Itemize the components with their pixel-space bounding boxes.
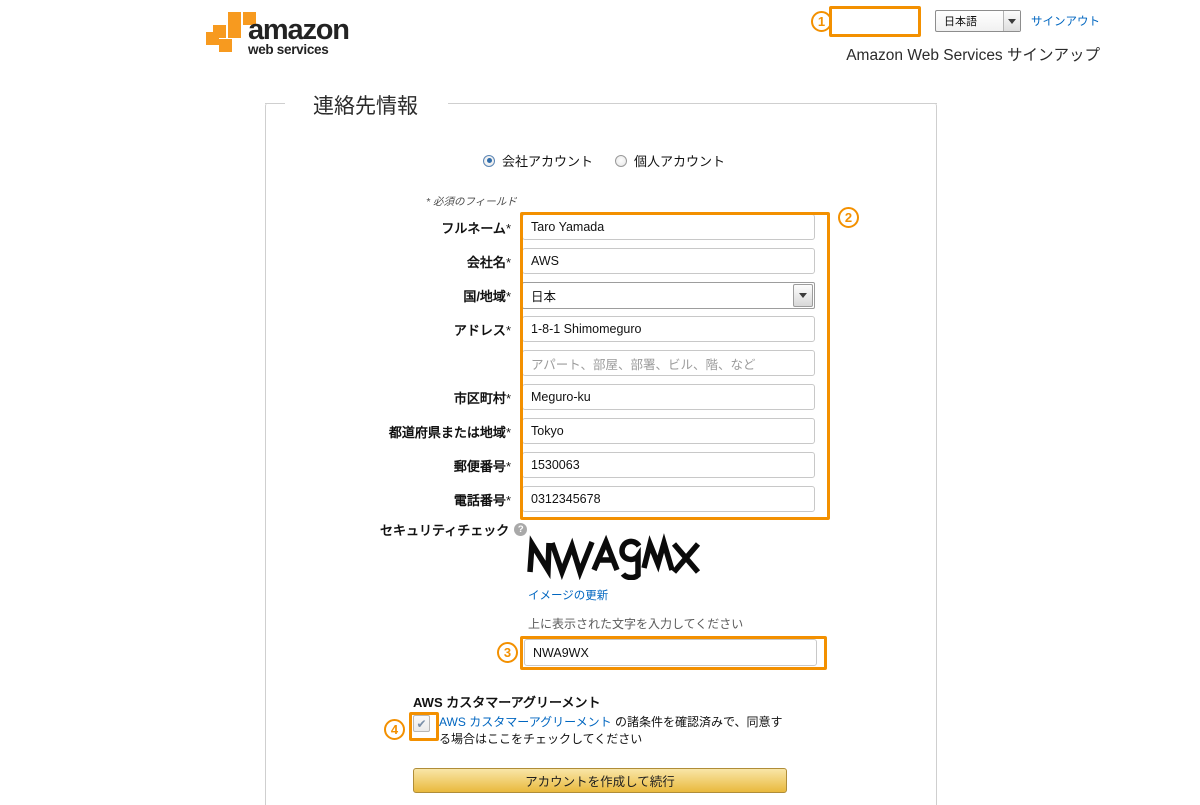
contact-form: フルネーム* Taro Yamada 会社名* AWS 国/地域* 日本 アドレ…	[300, 214, 860, 521]
input-captcha[interactable]: NWA9WX	[524, 639, 817, 666]
chevron-down-icon[interactable]	[793, 283, 813, 307]
label-address: アドレス*	[453, 322, 511, 338]
fieldset-top-border-right	[448, 103, 937, 104]
field-row-city: 市区町村* Meguro-ku	[300, 384, 860, 410]
label-postalcode: 郵便番号*	[453, 458, 511, 474]
chevron-down-icon[interactable]	[1003, 11, 1020, 31]
label-state: 都道府県または地域*	[388, 424, 511, 440]
radio-personal-account-control[interactable]	[615, 154, 628, 167]
security-check-label-text: セキュリティチェック	[380, 523, 510, 538]
label-company: 会社名*	[466, 254, 511, 270]
agreement-text: AWS カスタマーアグリーメント の諸条件を確認済みで、同意する場合はここをチェ…	[439, 714, 793, 747]
input-fullname[interactable]: Taro Yamada	[522, 214, 815, 240]
language-selected-value: 日本語	[944, 16, 977, 28]
page-header: amazon web services 日本語 サインアウト Amazon We…	[0, 0, 1200, 70]
field-row-phone: 電話番号* 0312345678	[300, 486, 860, 512]
input-address2[interactable]: アパート、部屋、部署、ビル、階、など	[522, 350, 815, 376]
captcha-hint-text: 上に表示された文字を入力してください	[528, 617, 744, 631]
annotation-number-4: 4	[384, 719, 405, 740]
captcha-image	[527, 533, 701, 580]
radio-personal-account[interactable]: 個人アカウント	[615, 151, 725, 170]
field-row-fullname: フルネーム* Taro Yamada	[300, 214, 860, 240]
security-check-label: セキュリティチェック ?	[380, 520, 528, 539]
input-city[interactable]: Meguro-ku	[522, 384, 815, 410]
label-phone: 電話番号*	[453, 492, 511, 508]
language-controls: 日本語 サインアウト	[935, 10, 1100, 32]
checkbox-agreement[interactable]: ✔	[413, 715, 430, 732]
field-row-address2: アパート、部屋、部署、ビル、階、など	[300, 350, 860, 376]
radio-company-account[interactable]: 会社アカウント	[483, 151, 593, 170]
select-country[interactable]: 日本	[522, 281, 815, 309]
radio-company-account-control[interactable]	[483, 154, 495, 167]
fieldset-top-border-left	[265, 103, 285, 104]
field-row-company: 会社名* AWS	[300, 248, 860, 274]
agreement-row: ✔ AWS カスタマーアグリーメント の諸条件を確認済みで、同意する場合はここを…	[413, 714, 793, 747]
field-row-country: 国/地域* 日本	[300, 281, 860, 309]
select-country-value: 日本	[531, 289, 557, 304]
signup-page: amazon web services 日本語 サインアウト Amazon We…	[0, 0, 1200, 805]
input-state[interactable]: Tokyo	[522, 418, 815, 444]
radio-company-account-label: 会社アカウント	[502, 154, 594, 169]
agreement-link[interactable]: AWS カスタマーアグリーメント	[439, 715, 612, 729]
annotation-number-2: 2	[838, 207, 859, 228]
agreement-title: AWS カスタマーアグリーメント	[413, 695, 601, 710]
radio-personal-account-label: 個人アカウント	[634, 154, 726, 169]
input-company[interactable]: AWS	[522, 248, 815, 274]
annotation-number-1: 1	[811, 11, 832, 32]
required-fields-note: * 必須のフィールド	[426, 196, 517, 208]
input-address[interactable]: 1-8-1 Shimomeguro	[522, 316, 815, 342]
page-subtitle: Amazon Web Services サインアップ	[846, 47, 1100, 64]
field-row-address: アドレス* 1-8-1 Shimomeguro	[300, 316, 860, 342]
account-type-radio-group: 会社アカウント 個人アカウント	[483, 151, 725, 170]
label-fullname: フルネーム*	[441, 220, 511, 236]
annotation-number-3: 3	[497, 642, 518, 663]
fieldset-legend: 連絡先情報	[305, 90, 426, 120]
signout-link[interactable]: サインアウト	[1031, 13, 1100, 29]
create-account-button[interactable]: アカウントを作成して続行	[413, 768, 787, 793]
input-phone[interactable]: 0312345678	[522, 486, 815, 512]
field-row-state: 都道府県または地域* Tokyo	[300, 418, 860, 444]
label-country: 国/地域*	[463, 288, 511, 304]
logo-brand-text: amazon	[248, 14, 350, 46]
label-city: 市区町村*	[453, 390, 511, 406]
aws-logo: amazon web services	[206, 12, 350, 58]
refresh-captcha-link[interactable]: イメージの更新	[528, 587, 608, 603]
input-postalcode[interactable]: 1530063	[522, 452, 815, 478]
field-row-postalcode: 郵便番号* 1530063	[300, 452, 860, 478]
check-icon: ✔	[416, 716, 427, 731]
language-select[interactable]: 日本語	[935, 10, 1021, 32]
